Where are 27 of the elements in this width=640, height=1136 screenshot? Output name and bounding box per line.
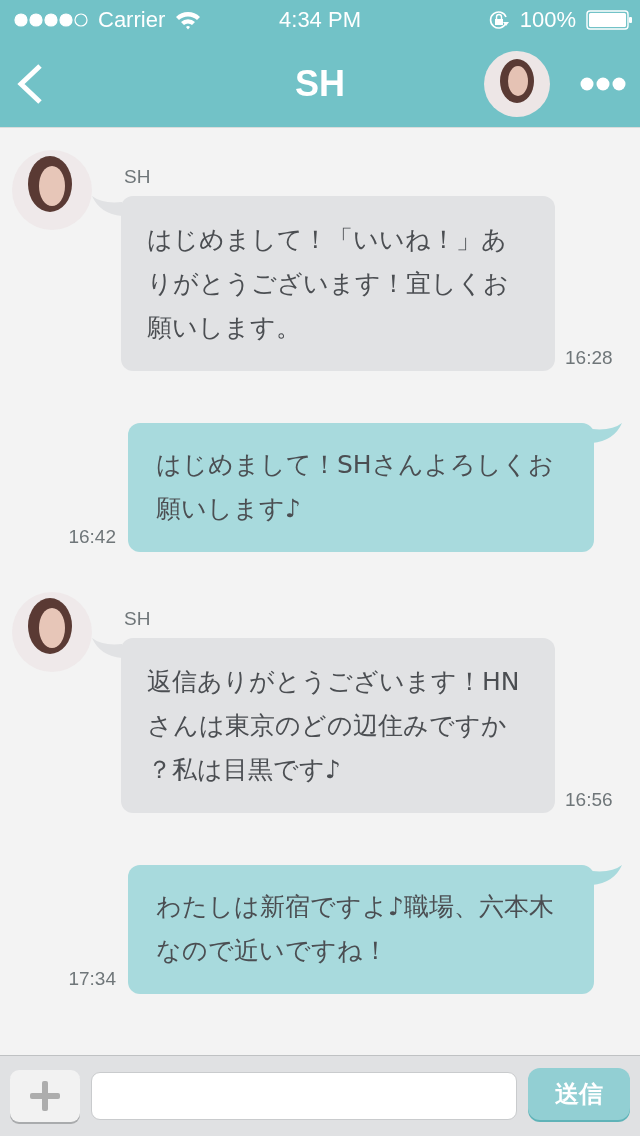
sender-name: SH [124,166,152,188]
sender-name: SH [124,608,152,630]
message-bubble: はじめまして！「いいね！」ありがとうございます！宜しくお願いします。 [121,196,555,371]
add-button[interactable] [10,1070,80,1122]
message-bubble: 返信ありがとうございます！HNさんは東京のどの辺住みですか？私は目黒です♪ [121,638,555,813]
chat-title: SH [295,62,345,105]
message-time: 16:42 [68,526,116,548]
message-time: 16:56 [565,789,613,811]
message-input[interactable] [91,1072,517,1120]
rotation-lock-icon [487,9,510,31]
battery-icon [586,10,632,30]
message-bubble: わたしは新宿ですよ♪職場、六本木なので近いですね！ [128,865,594,994]
message-time: 16:28 [565,347,613,369]
carrier-name: Carrier [98,7,166,33]
avatar-icon[interactable] [484,50,550,117]
status-time: 4:34 PM [279,7,361,33]
plus-icon [30,1081,60,1111]
message-time: 17:34 [68,968,116,990]
more-icon[interactable] [580,76,626,91]
signal-icon [14,13,88,27]
send-button[interactable]: 送信 [528,1068,630,1120]
avatar-icon[interactable] [12,150,92,230]
avatar-icon[interactable] [12,592,92,672]
battery-percent: 100% [519,7,576,33]
back-button[interactable] [16,62,44,105]
message-bubble: はじめまして！SHさんよろしくお願いします♪ [128,423,594,552]
wifi-icon [175,10,202,30]
